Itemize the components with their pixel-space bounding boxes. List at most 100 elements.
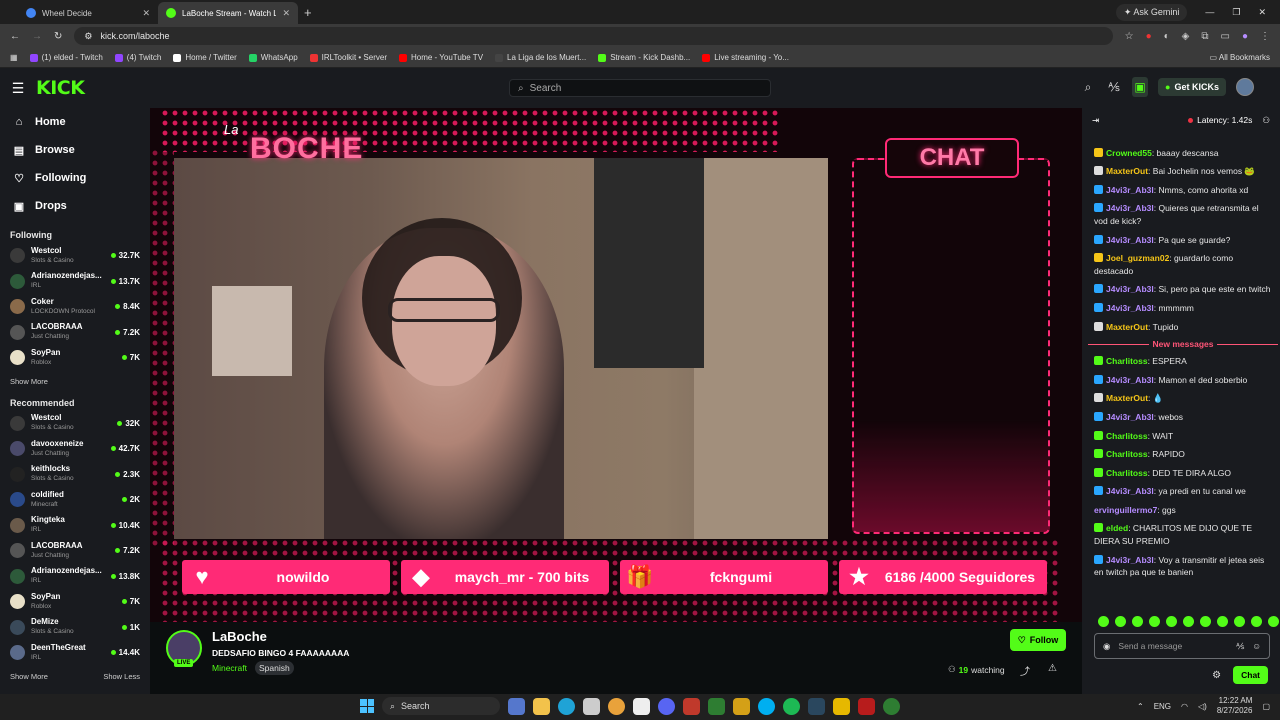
chat-username[interactable]: ervinguillermo7 [1094, 505, 1157, 515]
emote-icon[interactable] [1251, 616, 1262, 627]
emote-icon[interactable] [1166, 616, 1177, 627]
emote-icon[interactable] [1183, 616, 1194, 627]
channel-row[interactable]: DeenTheGreat IRL 14.4K [0, 640, 150, 666]
chrome-icon[interactable] [608, 697, 625, 715]
chat-message[interactable]: J4vi3r_Ab3l: Nmms, como ahorita xd [1094, 184, 1272, 197]
spotify-icon[interactable] [783, 697, 800, 715]
emoji-icon[interactable]: ☺ [1252, 641, 1261, 651]
chat-message[interactable]: Charlitoss: WAIT [1094, 430, 1272, 443]
channel-row[interactable]: Westcol Slots & Casino 32.7K [0, 243, 150, 269]
chat-message[interactable]: MaxterOut: 💧 [1094, 392, 1272, 405]
profile-icon[interactable]: ● [1242, 31, 1248, 42]
follow-button[interactable]: ♡ Follow [1010, 629, 1066, 651]
channel-name[interactable]: LaBoche [212, 629, 267, 644]
back-icon[interactable]: ← [10, 31, 20, 42]
emote-icon[interactable] [1234, 616, 1245, 627]
menu-toggle-icon[interactable]: ☰ [0, 80, 36, 97]
chat-message[interactable]: Charlitoss: DED TE DIRA ALGO [1094, 467, 1272, 480]
chat-message[interactable]: elded: CHARLITOS ME DIJO QUE TE DIERA SU… [1094, 522, 1272, 547]
user-avatar[interactable] [1236, 78, 1254, 96]
app-icon[interactable] [833, 697, 850, 715]
bookmark-item[interactable]: (1) elded - Twitch [29, 53, 103, 62]
channel-row[interactable]: Westcol Slots & Casino 32K [0, 411, 150, 437]
bookmark-item[interactable]: Live streaming - Yo... [702, 53, 789, 62]
edge-icon[interactable] [558, 697, 575, 715]
chat-message[interactable]: Charlitoss: ESPERA [1094, 355, 1272, 368]
taskview-icon[interactable] [508, 697, 525, 715]
chat-messages[interactable]: Crowned55: baaay descansa MaxterOut: Bai … [1082, 132, 1280, 612]
chat-settings-icon[interactable]: ⚙ [1212, 670, 1221, 681]
app-icon[interactable] [733, 697, 750, 715]
start-icon[interactable] [360, 699, 374, 713]
tab-close-icon[interactable]: ✕ [282, 8, 290, 19]
emote-icon[interactable] [1268, 616, 1279, 627]
discord-icon[interactable] [658, 697, 675, 715]
wifi-icon[interactable]: ◠ [1181, 702, 1188, 711]
chat-message[interactable]: Joel_guzman02: guardarlo como destacado [1094, 252, 1272, 277]
minimize-icon[interactable]: — [1205, 7, 1214, 17]
chat-message[interactable]: MaxterOut: Bai Jochelin nos vemos 🐸 [1094, 165, 1272, 178]
sidepanel-icon[interactable]: ▭ [1221, 31, 1230, 42]
extension-icon[interactable]: ◈ [1182, 31, 1190, 42]
kick-logo[interactable]: KICK [36, 77, 85, 99]
chat-message[interactable]: J4vi3r_Ab3l: ya predi en tu canal we [1094, 485, 1272, 498]
chat-username[interactable]: J4vi3r_Ab3l [1106, 555, 1154, 565]
new-messages-divider[interactable]: New messages [1088, 339, 1278, 349]
chat-users-icon[interactable]: ⚇ [1262, 115, 1270, 126]
file-explorer-icon[interactable] [533, 697, 550, 715]
chat-username[interactable]: J4vi3r_Ab3l [1106, 375, 1154, 385]
chat-username[interactable]: MaxterOut [1106, 393, 1148, 403]
tray-chevron-icon[interactable]: ⌃ [1137, 702, 1144, 711]
chat-settings-dot-icon[interactable]: ◉ [1103, 641, 1110, 652]
chat-username[interactable]: Joel_guzman02 [1106, 253, 1169, 263]
skype-icon[interactable] [758, 697, 775, 715]
stream-category[interactable]: Minecraft [212, 663, 247, 673]
sidebar-item-drops[interactable]: ▣ Drops [0, 192, 150, 220]
get-kicks-button[interactable]: ● Get KICKs [1158, 78, 1226, 96]
app-icon[interactable] [858, 697, 875, 715]
chat-message[interactable]: J4vi3r_Ab3l: Mamon el ded soberbio [1094, 374, 1272, 387]
channel-row[interactable]: Adrianozendejas... IRL 13.8K [0, 564, 150, 590]
menu-icon[interactable]: ⋮ [1260, 31, 1270, 42]
chat-username[interactable]: J4vi3r_Ab3l [1106, 303, 1154, 313]
chat-username[interactable]: elded [1106, 523, 1128, 533]
emote-icon[interactable] [1217, 616, 1228, 627]
channel-row[interactable]: LACOBRAAA Just Chatting 7.2K [0, 320, 150, 346]
chat-username[interactable]: J4vi3r_Ab3l [1106, 412, 1154, 422]
chat-username[interactable]: Charlitoss [1106, 468, 1148, 478]
tab-close-icon[interactable]: ✕ [142, 8, 150, 19]
video-player[interactable]: La BOCHE CHAT ♥ nowildo ◆ maych_mr - 700 bi… [150, 108, 1082, 622]
bookmark-item[interactable]: Home / Twitter [173, 53, 237, 62]
forward-icon[interactable]: → [32, 31, 42, 42]
chat-username[interactable]: J4vi3r_Ab3l [1106, 235, 1154, 245]
chat-username[interactable]: J4vi3r_Ab3l [1106, 185, 1154, 195]
channel-row[interactable]: keithlocks Slots & Casino 2.3K [0, 462, 150, 488]
show-less-button[interactable]: Show Less [103, 672, 140, 681]
show-more-following[interactable]: Show More [0, 377, 150, 386]
extension-icon[interactable]: ● [1146, 31, 1152, 42]
notification-icon[interactable]: ▢ [1262, 702, 1270, 711]
taskbar-search[interactable]: ⌕ Search [382, 697, 500, 715]
notion-icon[interactable] [633, 697, 650, 715]
emote-icon[interactable] [1115, 616, 1126, 627]
chat-message[interactable]: Crowned55: baaay descansa [1094, 147, 1272, 160]
sidebar-item-following[interactable]: ♡ Following [0, 164, 150, 192]
site-info-icon[interactable]: ⚙ [84, 31, 92, 42]
apps-icon[interactable]: ▦ [10, 53, 18, 62]
chat-message[interactable]: MaxterOut: Tupido [1094, 321, 1272, 334]
channel-row[interactable]: Kingteka IRL 10.4K [0, 513, 150, 539]
search-icon[interactable]: ⌕ [1080, 77, 1096, 97]
channel-row[interactable]: SoyPan Roblox 7K [0, 345, 150, 371]
store-icon[interactable] [583, 697, 600, 715]
bookmark-star-icon[interactable]: ☆ [1125, 31, 1134, 42]
emote-icon[interactable] [1149, 616, 1160, 627]
chat-username[interactable]: Charlitoss [1106, 449, 1148, 459]
bookmark-item[interactable]: (4) Twitch [114, 53, 161, 62]
bookmark-item[interactable]: IRLToolkit • Server [309, 53, 387, 62]
channel-row[interactable]: davooxeneize Just Chatting 42.7K [0, 436, 150, 462]
all-bookmarks-button[interactable]: ▭ All Bookmarks [1210, 53, 1270, 62]
chat-input[interactable]: ◉ Send a message ⅍ ☺ [1094, 633, 1270, 659]
channel-row[interactable]: LACOBRAAA Just Chatting 7.2K [0, 538, 150, 564]
url-field[interactable]: ⚙ kick.com/laboche [74, 27, 1113, 45]
restore-icon[interactable]: ❐ [1232, 7, 1240, 18]
